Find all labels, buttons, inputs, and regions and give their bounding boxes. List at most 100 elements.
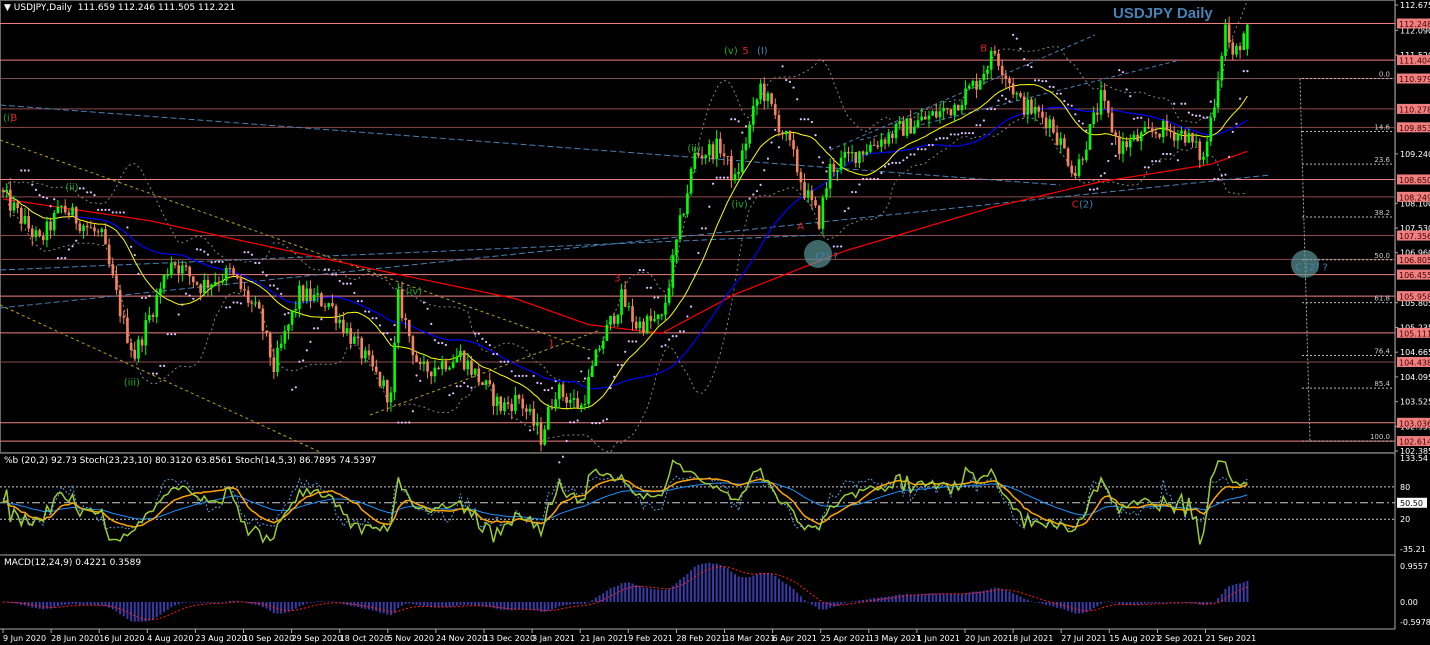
parabolic-sar-dot (697, 251, 700, 255)
parabolic-sar-dot (631, 340, 634, 343)
candle-body (246, 290, 250, 303)
candle-body (1092, 112, 1095, 125)
macd-histogram-bar (503, 602, 506, 610)
macd-histogram-bar (203, 602, 206, 603)
candle-body (1077, 159, 1081, 177)
fibonacci-level-label: 0.0 (1379, 71, 1390, 79)
candle-body (945, 108, 949, 110)
candle-body (254, 302, 257, 304)
macd-histogram-bar (957, 594, 960, 602)
parabolic-sar-dot (627, 340, 630, 343)
parabolic-sar-dot (1077, 119, 1081, 123)
parabolic-sar-dot (1187, 111, 1190, 114)
macd-histogram-bar (821, 602, 824, 610)
parabolic-sar-dot (104, 208, 107, 211)
candle-body (832, 164, 836, 172)
candle-body (967, 85, 971, 89)
wave-label: 1 (548, 338, 554, 349)
macd-histogram-bar (492, 602, 495, 609)
parabolic-sar-dot (67, 248, 70, 251)
wave-label: A (797, 221, 804, 232)
parabolic-sar-dot (466, 385, 469, 388)
macd-histogram-bar (441, 602, 444, 608)
macd-histogram-bar (122, 602, 125, 617)
candle-body (265, 330, 268, 333)
candle-body (569, 400, 572, 403)
candle-body (462, 351, 466, 370)
parabolic-sar-dot (572, 421, 576, 424)
parabolic-sar-dot (1099, 174, 1103, 177)
macd-histogram-bar (126, 602, 129, 619)
parabolic-sar-dot (448, 394, 451, 397)
candle-body (82, 225, 85, 232)
candle-body (869, 144, 872, 152)
wave-label: C (1072, 200, 1079, 211)
candle-body (1026, 99, 1030, 115)
parabolic-sar-dot (927, 143, 931, 147)
candle-body (1224, 24, 1227, 56)
parabolic-sar-dot (1030, 65, 1033, 69)
parabolic-sar-dot (1081, 122, 1084, 125)
candle-body (704, 155, 708, 158)
macd-histogram-bar (463, 602, 466, 606)
candle-body (203, 279, 206, 294)
candle-body (887, 133, 891, 144)
dropdown-triangle-icon[interactable]: ▼ (4, 3, 11, 13)
parabolic-sar-dot (195, 248, 199, 251)
candle-body (290, 310, 294, 325)
candle-body (60, 205, 63, 207)
parabolic-sar-dot (536, 381, 539, 384)
candle-body (382, 380, 385, 387)
candle-body (825, 188, 828, 198)
candle-body (389, 392, 393, 403)
candle-body (605, 324, 609, 341)
parabolic-sar-dot (1184, 102, 1187, 105)
candle-body (1139, 132, 1143, 142)
macd-histogram-bar (1056, 602, 1059, 608)
candle-body (894, 124, 898, 138)
macd-histogram-bar (1107, 601, 1110, 602)
parabolic-sar-dot (250, 253, 253, 256)
macd-histogram-bar (170, 602, 173, 608)
wave-label: B (980, 44, 987, 55)
parabolic-sar-dot (829, 146, 832, 149)
parabolic-sar-dot (170, 333, 173, 336)
candle-body (433, 367, 437, 377)
parabolic-sar-dot (488, 344, 491, 347)
candle-body (477, 368, 481, 383)
candle-body (1048, 119, 1052, 129)
price-chart[interactable]: 0.0 14.6 23.6 38.2 50.0 61.8 76.4 85.4 100.0 (i) B… (0, 0, 1430, 645)
macd-histogram-bar (895, 595, 898, 602)
candle-body (422, 361, 426, 365)
candle-body (1150, 128, 1154, 133)
parabolic-sar-dot (159, 364, 162, 367)
candle-body (579, 405, 583, 409)
parabolic-sar-dot (836, 245, 839, 248)
candle-body (115, 275, 118, 291)
parabolic-sar-dot (452, 392, 455, 395)
parabolic-sar-dot (957, 133, 960, 136)
parabolic-sar-dot (1154, 160, 1157, 163)
macd-histogram-bar (459, 602, 462, 606)
candle-body (755, 99, 759, 106)
macd-histogram-bar (887, 596, 890, 602)
date-axis-label: 13 May 2021 (869, 634, 921, 643)
candle-body (850, 152, 854, 154)
macd-histogram-bar (898, 594, 901, 602)
candle-body (356, 336, 360, 339)
date-axis-label: 2 Sep 2021 (1157, 634, 1203, 643)
candle-body (631, 306, 634, 322)
candle-body (283, 330, 287, 344)
macd-histogram-bar (942, 593, 945, 602)
trendline (0, 104, 1061, 186)
parabolic-sar-dot (971, 132, 975, 135)
parabolic-sar-dot (550, 387, 554, 390)
parabolic-sar-dot (1173, 102, 1176, 105)
candle-body (1191, 132, 1194, 143)
macd-histogram-bar (1074, 602, 1077, 614)
parabolic-sar-dot (938, 137, 942, 140)
parabolic-sar-dot (320, 318, 323, 321)
candle-body (781, 132, 784, 135)
macd-histogram-bar (554, 602, 557, 609)
candle-body (316, 293, 320, 295)
